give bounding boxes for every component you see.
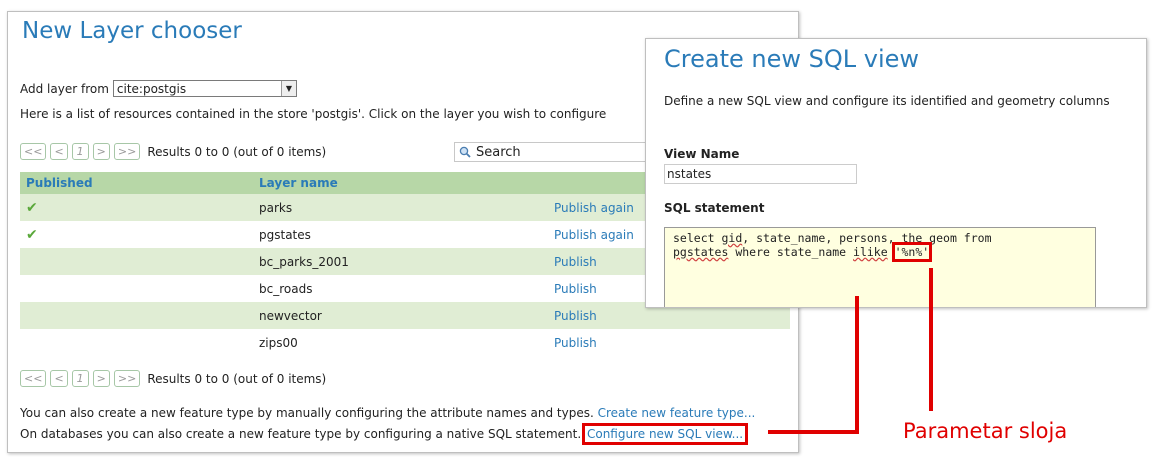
- pager-first-button[interactable]: <<: [20, 143, 47, 160]
- pager-page-button[interactable]: 1: [71, 143, 89, 160]
- store-select[interactable]: cite:postgis ▼: [112, 80, 297, 97]
- add-layer-label: Add layer from: [20, 81, 109, 96]
- parameter-pointer-line: [929, 268, 933, 411]
- publish-link[interactable]: Publish: [554, 282, 597, 296]
- search-icon: [459, 146, 471, 158]
- search-input[interactable]: Search: [454, 142, 654, 162]
- sql-text: where state_name: [728, 245, 854, 259]
- sql-text: select: [673, 231, 722, 245]
- layer-name: parks: [259, 194, 554, 221]
- pager-results: Results 0 to 0 (out of 0 items): [147, 144, 327, 159]
- publish-link[interactable]: Publish: [554, 255, 597, 269]
- footer-text-1: You can also create a new feature type b…: [20, 406, 594, 420]
- pager-last-button[interactable]: >>: [113, 370, 141, 387]
- pager-bottom: << < 1 > >> Results 0 to 0 (out of 0 ite…: [20, 370, 326, 387]
- sql-text: gid: [721, 231, 743, 245]
- chevron-down-icon[interactable]: ▼: [280, 81, 296, 96]
- pager-prev-button[interactable]: <: [50, 143, 68, 160]
- publish-link[interactable]: Publish: [554, 336, 597, 350]
- search-placeholder: Search: [476, 144, 521, 160]
- page-title: New Layer chooser: [22, 18, 242, 44]
- footer-text-2: On databases you can also create a new f…: [20, 427, 582, 441]
- pager-next-button[interactable]: >: [92, 370, 110, 387]
- view-name-field[interactable]: nstates: [664, 164, 857, 184]
- create-feature-type-link[interactable]: Create new feature type...: [598, 406, 756, 420]
- pager-first-button[interactable]: <<: [20, 370, 47, 387]
- pager-prev-button[interactable]: <: [50, 370, 68, 387]
- connector-line-vertical: [855, 296, 859, 433]
- layer-name: zips00: [259, 335, 298, 350]
- sql-line-2: pgstates where state_name ilike '%n%': [673, 242, 1087, 262]
- column-published[interactable]: Published: [20, 172, 259, 194]
- sql-line-1: select gid, state_name, persons, the_geo…: [673, 231, 1087, 245]
- parameter-annotation-label: Parametar sloja: [903, 419, 1068, 443]
- layer-name: bc_parks_2001: [259, 248, 554, 275]
- sql-view-subtitle: Define a new SQL view and configure its …: [664, 94, 1110, 108]
- footer-line-2: On databases you can also create a new f…: [20, 423, 749, 445]
- configure-sql-view-link[interactable]: Configure new SQL view...: [581, 423, 749, 445]
- pager-top: << < 1 > >> Results 0 to 0 (out of 0 ite…: [20, 143, 326, 160]
- view-name-label: View Name: [664, 147, 740, 161]
- sql-statement-label: SQL statement: [664, 201, 765, 215]
- connector-line-horizontal: [768, 430, 859, 434]
- publish-again-link[interactable]: Publish again: [554, 228, 634, 242]
- table-row: zips00 Publish: [20, 329, 790, 356]
- pager-results: Results 0 to 0 (out of 0 items): [147, 371, 327, 386]
- layer-name: newvector: [259, 302, 554, 329]
- layer-name: pgstates: [259, 227, 311, 242]
- sql-text: , state_name, persons, the_geom from: [742, 231, 992, 245]
- sql-statement-textarea[interactable]: select gid, state_name, persons, the_geo…: [664, 227, 1096, 307]
- layer-name: bc_roads: [259, 281, 313, 296]
- create-sql-view-panel: Create new SQL view Define a new SQL vie…: [645, 38, 1147, 308]
- sql-parameter: '%n%': [891, 242, 933, 262]
- add-layer-row: Add layer from cite:postgis ▼: [20, 80, 297, 97]
- publish-link[interactable]: Publish: [554, 309, 597, 323]
- pager-page-button[interactable]: 1: [71, 370, 89, 387]
- publish-again-link[interactable]: Publish again: [554, 201, 634, 215]
- store-select-value: cite:postgis: [116, 81, 187, 96]
- pager-next-button[interactable]: >: [92, 143, 110, 160]
- footer-line-1: You can also create a new feature type b…: [20, 406, 755, 420]
- published-check-icon: ✔: [26, 226, 38, 243]
- sql-text: pgstates: [673, 245, 729, 259]
- column-layer-name[interactable]: Layer name: [259, 172, 554, 194]
- pager-last-button[interactable]: >>: [113, 143, 141, 160]
- sql-text: ilike: [853, 245, 888, 259]
- published-check-icon: ✔: [20, 194, 259, 221]
- sql-view-title: Create new SQL view: [664, 45, 919, 73]
- store-description: Here is a list of resources contained in…: [20, 107, 607, 121]
